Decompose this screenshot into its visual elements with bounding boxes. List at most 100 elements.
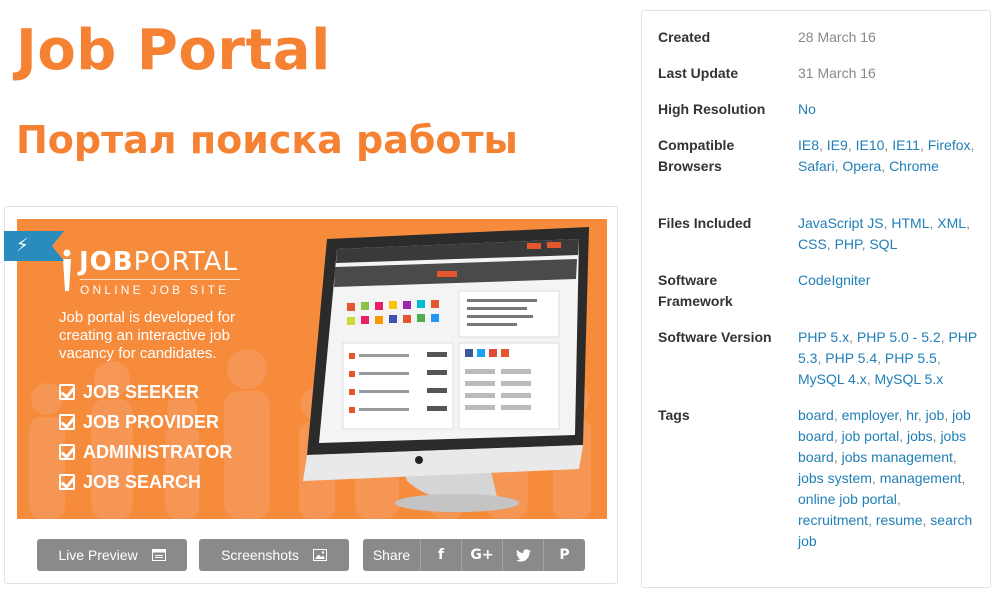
live-preview-label: Live Preview (58, 547, 138, 563)
checkbox-icon (59, 474, 75, 490)
list-separator: , (961, 470, 966, 486)
files-included-label: Files Included (658, 215, 752, 231)
list-separator: , (917, 407, 926, 423)
list-separator: , (847, 137, 856, 153)
tag-link[interactable]: IE11 (892, 137, 920, 153)
high-resolution-link[interactable]: No (798, 101, 816, 117)
tag-link[interactable]: MySQL 5.x (875, 371, 944, 387)
tag-link[interactable]: PHP 5.5 (885, 350, 937, 366)
tag-link[interactable]: PHP 5.4 (825, 350, 877, 366)
tag-link[interactable]: Chrome (889, 158, 939, 174)
page-title: Job Portal (16, 18, 331, 83)
software-version-value: PHP 5.x, PHP 5.0 - 5.2, PHP 5.3, PHP 5.4… (798, 327, 978, 390)
tag-link[interactable]: PHP (835, 236, 862, 252)
tag-link[interactable]: PHP 5.0 - 5.2 (857, 329, 941, 345)
google-plus-icon[interactable]: G+ (462, 539, 503, 571)
tag-link[interactable]: IE10 (856, 137, 885, 153)
checkbox-icon (59, 384, 75, 400)
tag-link[interactable]: SQL (869, 236, 897, 252)
list-separator: , (970, 137, 975, 153)
list-separator: , (826, 236, 835, 252)
tag-link[interactable]: jobs (907, 428, 933, 444)
tag-link[interactable]: IE9 (827, 137, 848, 153)
created-value: 28 March 16 (798, 29, 876, 45)
tag-link[interactable]: Firefox (928, 137, 971, 153)
browser-window-icon (151, 549, 166, 561)
tag-link[interactable]: job (926, 407, 945, 423)
page-subtitle: Портал поиска работы (16, 118, 518, 162)
list-separator: , (944, 407, 953, 423)
tag-link[interactable]: MySQL 4.x (798, 371, 867, 387)
tag-link[interactable]: PHP 5.x (798, 329, 849, 345)
list-separator: , (919, 137, 928, 153)
list-separator: , (896, 491, 901, 507)
featured-ribbon: ⚡ (4, 231, 64, 261)
list-separator: , (866, 371, 875, 387)
list-separator: , (819, 137, 827, 153)
live-preview-button[interactable]: Live Preview (37, 539, 187, 571)
files-included-value: JavaScript JS, HTML, XML, CSS, PHP, SQL (798, 213, 978, 255)
tag-link[interactable]: hr (906, 407, 918, 423)
list-separator: , (849, 329, 857, 345)
tag-link[interactable]: IE8 (798, 137, 819, 153)
tag-link[interactable]: jobs management (842, 449, 953, 465)
feature-item: JOB SEEKER (59, 377, 232, 407)
tag-link[interactable]: resume (876, 512, 923, 528)
high-resolution-value: No (798, 99, 978, 120)
high-resolution-label: High Resolution (658, 101, 766, 117)
list-separator: , (899, 428, 907, 444)
screenshots-label: Screenshots (221, 547, 299, 563)
tag-link[interactable]: online job portal (798, 491, 897, 507)
list-separator: , (833, 428, 842, 444)
software-framework-value: CodeIgniter (798, 270, 978, 291)
tag-link[interactable]: HTML (891, 215, 929, 231)
tag-link[interactable]: jobs system (798, 470, 872, 486)
tag-link[interactable]: recruitment (798, 512, 868, 528)
feature-list: JOB SEEKER JOB PROVIDER ADMINISTRATOR JO… (59, 377, 232, 497)
tag-link[interactable]: board (798, 407, 834, 423)
feature-item: JOB PROVIDER (59, 407, 232, 437)
software-version-label: Software Version (658, 329, 772, 345)
tag-link[interactable]: job portal (842, 428, 900, 444)
created-label: Created (658, 29, 711, 45)
list-separator: , (833, 407, 842, 423)
logo-tagline: ONLINE JOB SITE (80, 283, 230, 297)
checkbox-icon (59, 444, 75, 460)
logo-divider (80, 279, 240, 280)
twitter-icon[interactable] (503, 539, 544, 571)
screenshots-button[interactable]: Screenshots (199, 539, 349, 571)
preview-banner[interactable]: JOBPORTAL ONLINE JOB SITE Job portal is … (17, 219, 607, 519)
tag-link[interactable]: XML (937, 215, 966, 231)
tags-label: Tags (658, 407, 690, 423)
last-update-label: Last Update (658, 65, 739, 81)
tag-link[interactable]: Safari (798, 158, 835, 174)
tag-link[interactable]: CSS (798, 236, 827, 252)
compatible-browsers-value: IE8, IE9, IE10, IE11, Firefox, Safari, O… (798, 135, 978, 177)
share-button[interactable]: Share (363, 539, 421, 571)
logo-wordmark: JOBPORTAL (79, 247, 239, 277)
feature-item: ADMINISTRATOR (59, 437, 232, 467)
list-separator: , (868, 512, 876, 528)
feature-item: JOB SEARCH (59, 467, 232, 497)
tag-link[interactable]: management (880, 470, 962, 486)
list-separator: , (877, 350, 885, 366)
tag-link[interactable]: employer (842, 407, 899, 423)
list-separator: , (871, 470, 880, 486)
share-buttons: Share f G+ P (363, 539, 585, 571)
preview-panel: ⚡ JOBPORTAL ONLINE JOB SITE Job portal i… (4, 206, 618, 584)
list-separator: , (881, 158, 890, 174)
monitor-mockup-image (303, 227, 589, 512)
compatible-browsers-label: Compatible Browsers (658, 137, 735, 174)
list-separator: , (952, 449, 957, 465)
list-separator: , (833, 449, 842, 465)
last-update-value: 31 March 16 (798, 65, 876, 81)
item-details-panel: Created 28 March 16 Last Update 31 March… (641, 10, 991, 588)
pinterest-icon[interactable]: P (544, 539, 585, 571)
twitter-bird-glyph (515, 548, 531, 562)
facebook-icon[interactable]: f (421, 539, 462, 571)
tag-link[interactable]: CodeIgniter (798, 272, 870, 288)
software-framework-label: Software Framework (658, 272, 733, 309)
list-separator: , (966, 215, 970, 231)
tag-link[interactable]: Opera (842, 158, 881, 174)
tag-link[interactable]: JavaScript JS (798, 215, 884, 231)
